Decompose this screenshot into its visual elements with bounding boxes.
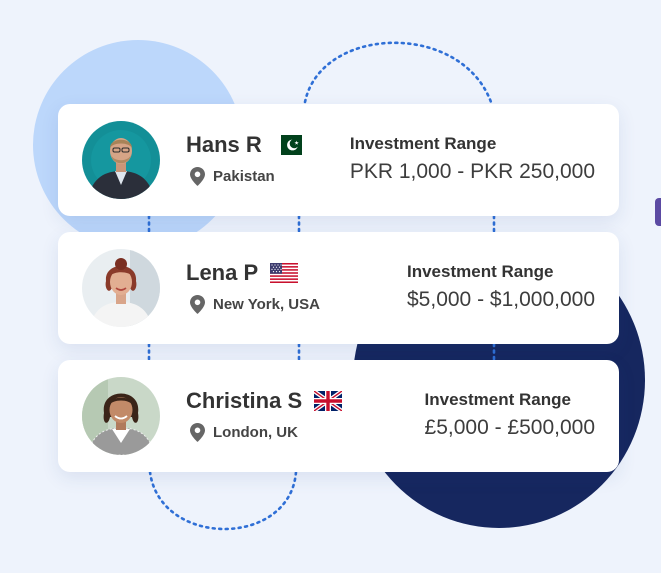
investor-name: Christina S [186, 388, 343, 414]
investor-card[interactable]: Christina S London, UK Investment Range … [58, 360, 619, 472]
location-pin-icon [190, 167, 205, 186]
investment-range: Investment Range PKR 1,000 - PKR 250,000 [350, 134, 595, 184]
investment-range-value: $5,000 - $1,000,000 [407, 288, 595, 311]
investment-range: Investment Range £5,000 - £500,000 [425, 390, 595, 440]
investment-range-value: £5,000 - £500,000 [424, 416, 595, 439]
avatar [82, 121, 160, 199]
avatar [82, 377, 160, 455]
uk-flag-icon [314, 391, 343, 411]
investor-name-text: Lena P [186, 260, 259, 285]
investor-card[interactable]: Hans R Pakistan Investment Range PKR 1,0… [58, 104, 619, 216]
location-text: New York, USA [213, 296, 320, 313]
investment-range-label: Investment Range [407, 262, 554, 281]
investment-range: Investment Range $5,000 - $1,000,000 [407, 262, 595, 312]
investor-name-text: Christina S [186, 388, 303, 413]
location-pin-icon [190, 295, 205, 314]
investor-name-text: Hans R [186, 132, 262, 157]
investor-location: London, UK [190, 423, 298, 442]
usa-flag-icon [270, 263, 299, 283]
investor-name: Hans R [186, 132, 302, 158]
investor-location: Pakistan [190, 167, 275, 186]
investment-range-label: Investment Range [349, 134, 497, 153]
location-text: London, UK [213, 424, 298, 441]
investment-range-value: PKR 1,000 - PKR 250,000 [349, 160, 595, 183]
side-tab[interactable] [655, 198, 661, 226]
investor-name: Lena P [186, 260, 299, 286]
location-pin-icon [190, 423, 205, 442]
location-text: Pakistan [213, 168, 275, 185]
investor-card[interactable]: Lena P New York, USA Investment Range $5… [58, 232, 619, 344]
investor-location: New York, USA [190, 295, 320, 314]
pakistan-flag-icon [273, 135, 302, 155]
investment-range-label: Investment Range [424, 390, 571, 409]
avatar [82, 249, 160, 327]
